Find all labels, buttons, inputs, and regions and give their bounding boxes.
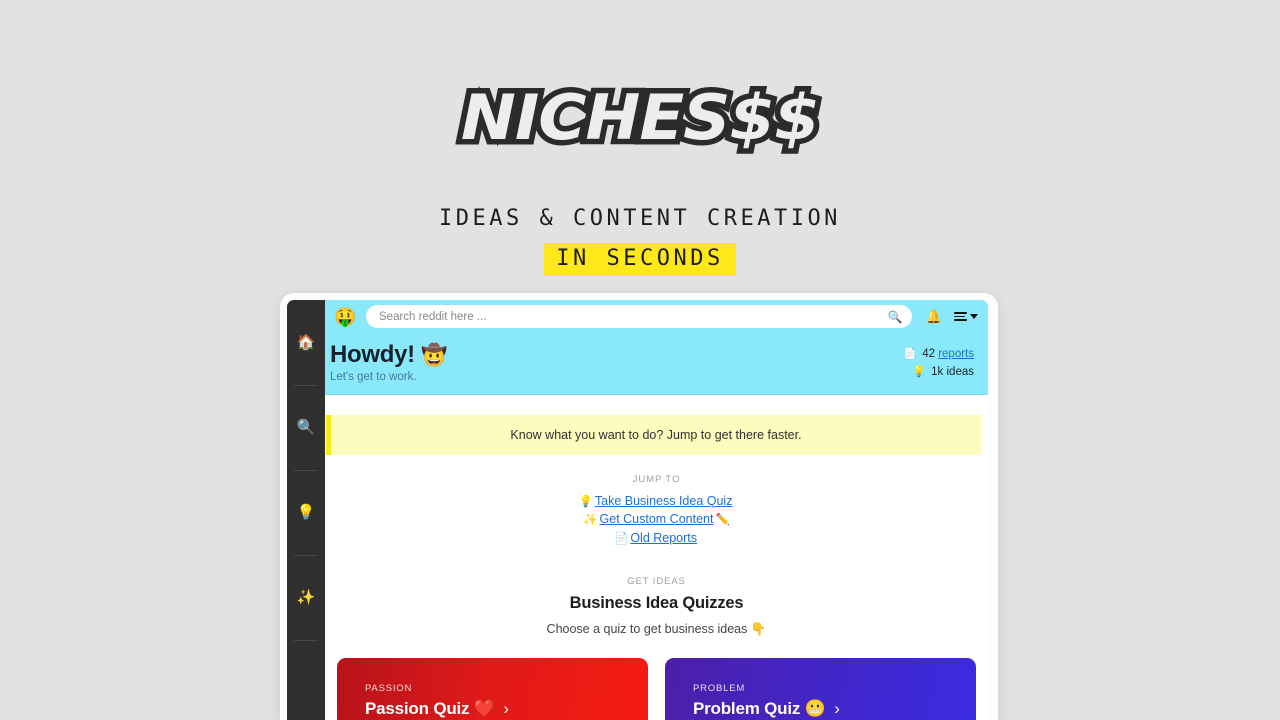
jump-link-row: 📄 Old Reports — [325, 529, 988, 548]
house-icon: 🏠 — [296, 334, 316, 351]
heart-emoji: ❤️ — [473, 698, 495, 718]
stat-reports-count: 42 — [922, 348, 935, 360]
card-kicker: PROBLEM — [693, 682, 746, 694]
app-window-frame: 🏠 🔍 💡 ✨ 🤑 🔍 🔔 — [280, 293, 998, 720]
jump-link-row: ✨ Get Custom Content ✏️ — [325, 510, 988, 529]
jump-to-label: JUMP TO — [632, 473, 681, 485]
document-icon: 📄 — [613, 532, 629, 545]
sidebar-item-search[interactable]: 🔍 — [287, 385, 325, 470]
jump-to-links: 💡 Take Business Idea Quiz ✨ Get Custom Con… — [325, 492, 988, 548]
lightbulb-icon: 💡 — [296, 504, 316, 521]
get-ideas-label: GET IDEAS — [627, 575, 686, 587]
card-title-text: Passion Quiz — [365, 698, 470, 718]
card-title-text: Problem Quiz — [693, 698, 801, 718]
pointing-down-emoji: 👇 — [750, 621, 767, 636]
stat-reports-link[interactable]: reports — [938, 348, 974, 360]
sidebar: 🏠 🔍 💡 ✨ — [287, 300, 325, 720]
content-area: Know what you want to do? Jump to get th… — [325, 394, 988, 720]
chevron-down-icon — [970, 314, 978, 319]
nichesss-logo: NICHES$$ — [0, 76, 1280, 160]
cowboy-emoji: 🤠 — [421, 344, 448, 367]
hamburger-menu-icon[interactable] — [954, 310, 978, 324]
sidebar-item-content[interactable]: ✨ — [287, 555, 325, 640]
stat-ideas: 💡 1k ideas — [903, 364, 974, 382]
sidebar-item-ideas[interactable]: 💡 — [287, 470, 325, 555]
card-passion-quiz[interactable]: PASSION Passion Quiz ❤️ › — [337, 657, 648, 720]
greeting-band: Howdy! 🤠 Let's get to work. 📄 42 reports… — [325, 333, 988, 395]
chevron-right-icon: › — [834, 698, 840, 718]
card-problem-quiz[interactable]: PROBLEM Problem Quiz 😬 › — [665, 657, 976, 720]
app-topbar: 🤑 🔍 🔔 — [325, 300, 988, 333]
main-column: 🤑 🔍 🔔 Howdy! 🤠 Let's g — [325, 300, 988, 720]
stat-reports: 📄 42 reports — [903, 346, 974, 364]
hamburger-lines — [954, 310, 967, 324]
greeting-title-text: Howdy! — [330, 341, 415, 368]
chevron-right-icon: › — [503, 698, 509, 718]
page-title: Howdy! 🤠 — [330, 341, 447, 369]
tagline-highlight-row: IN SECONDS — [0, 243, 1280, 276]
lightbulb-icon: 💡 — [912, 365, 926, 378]
link-get-custom-content[interactable]: Get Custom Content — [600, 512, 714, 526]
sparkles-icon: ✨ — [583, 514, 598, 527]
quizzes-subtitle-text: Choose a quiz to get business ideas — [546, 621, 748, 636]
magnifier-icon: 🔍 — [296, 419, 316, 436]
greeting-stats: 📄 42 reports 💡 1k ideas — [903, 341, 974, 382]
quiz-cards: PASSION Passion Quiz ❤️ › PROBLEM Proble… — [325, 657, 988, 720]
sidebar-item-home[interactable]: 🏠 — [287, 300, 325, 385]
jump-link-row: 💡 Take Business Idea Quiz — [325, 492, 988, 511]
pencil-icon: ✏️ — [715, 514, 730, 527]
card-title: Passion Quiz ❤️ › — [365, 699, 648, 719]
greeting-subtitle: Let's get to work. — [330, 370, 417, 383]
sidebar-item-extra[interactable] — [287, 640, 325, 720]
tagline: IDEAS & CONTENT CREATION — [439, 206, 841, 231]
document-icon: 📄 — [903, 348, 917, 360]
business-idea-quizzes-title: Business Idea Quizzes — [569, 593, 744, 612]
stat-ideas-count: 1k — [931, 365, 944, 378]
search-box[interactable]: 🔍 — [366, 305, 912, 328]
tagline-highlight: IN SECONDS — [544, 243, 736, 276]
app-window: 🏠 🔍 💡 ✨ 🤑 🔍 🔔 — [287, 300, 988, 720]
money-mouth-avatar[interactable]: 🤑 — [334, 306, 356, 328]
greeting-left: Howdy! 🤠 Let's get to work. — [330, 341, 447, 383]
lightbulb-icon: 💡 — [578, 495, 593, 508]
search-input[interactable] — [379, 310, 888, 323]
bell-icon[interactable]: 🔔 — [926, 310, 942, 323]
grimacing-emoji: 😬 — [804, 698, 826, 718]
hero-branding: NICHES$$ IDEAS & CONTENT CREATION IN SEC… — [0, 0, 1280, 276]
card-kicker: PASSION — [365, 682, 413, 694]
link-take-business-idea-quiz[interactable]: Take Business Idea Quiz — [595, 494, 733, 508]
search-icon[interactable]: 🔍 — [888, 311, 903, 323]
card-title: Problem Quiz 😬 › — [693, 699, 976, 719]
stat-ideas-label: ideas — [946, 365, 975, 378]
logo-text: NICHES$$ — [455, 76, 826, 160]
business-idea-quizzes-subtitle: Choose a quiz to get business ideas 👇 — [325, 622, 988, 637]
link-old-reports[interactable]: Old Reports — [630, 531, 697, 545]
jump-notice-banner: Know what you want to do? Jump to get th… — [326, 414, 981, 455]
sparkles-icon: ✨ — [296, 589, 316, 606]
